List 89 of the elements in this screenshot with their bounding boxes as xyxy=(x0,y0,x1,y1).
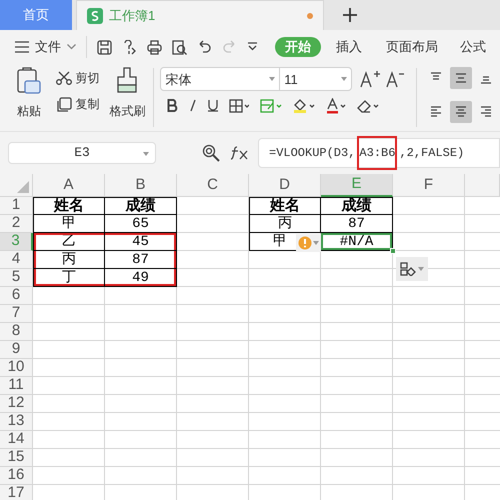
table-cell[interactable]: 姓名 xyxy=(249,197,321,215)
row-header[interactable]: 2 xyxy=(0,215,33,233)
table-cell[interactable]: 丙 xyxy=(249,215,321,233)
preview-icon[interactable] xyxy=(172,40,187,54)
table-cell[interactable]: 丁 xyxy=(33,269,105,287)
row-header[interactable]: 14 xyxy=(0,431,33,449)
paintbrush-icon[interactable] xyxy=(116,67,138,94)
paste-options-icon xyxy=(400,262,416,276)
ribbon-tab[interactable]: 页面布局 xyxy=(386,37,438,57)
paste-options-button[interactable] xyxy=(396,257,428,281)
italic-icon[interactable] xyxy=(188,99,197,112)
caret-icon xyxy=(341,77,348,82)
caret-icon xyxy=(269,77,276,82)
triangle-icon xyxy=(17,181,29,193)
font-name-field[interactable]: 宋体 xyxy=(160,67,280,92)
column-header[interactable]: D xyxy=(249,174,321,197)
row-header[interactable]: 9 xyxy=(0,341,33,359)
column-header[interactable]: C xyxy=(177,174,249,197)
table-cell[interactable]: 姓名 xyxy=(33,197,105,215)
table-cell[interactable]: 甲 xyxy=(33,215,105,233)
cut-button[interactable]: 剪切 xyxy=(75,70,100,84)
font-size-field[interactable]: 11 xyxy=(280,67,352,92)
table-cell[interactable]: 成绩 xyxy=(105,197,177,215)
caret-icon xyxy=(313,241,319,245)
column-header[interactable]: B xyxy=(105,174,177,197)
menu-icon[interactable] xyxy=(15,41,29,53)
copy-button[interactable]: 复制 xyxy=(75,97,100,111)
column-header[interactable]: A xyxy=(33,174,105,197)
font-color-icon[interactable] xyxy=(326,98,346,114)
fill-color-icon[interactable] xyxy=(292,98,315,114)
lines-icon xyxy=(455,106,468,118)
function-icon[interactable] xyxy=(230,146,250,160)
table-cell[interactable]: 87 xyxy=(321,215,393,233)
table-cell[interactable]: 65 xyxy=(105,215,177,233)
eraser-icon[interactable] xyxy=(356,98,379,113)
chevron-down-icon[interactable] xyxy=(67,44,76,50)
lines-icon xyxy=(480,106,492,118)
file-menu[interactable]: 文件 xyxy=(35,37,61,57)
lines-icon xyxy=(430,106,442,118)
table-cell[interactable]: 49 xyxy=(105,269,177,287)
ribbon-tab[interactable]: 插入 xyxy=(336,37,362,57)
fill-handle[interactable] xyxy=(390,248,396,254)
row-header[interactable]: 6 xyxy=(0,287,33,305)
align-center-button[interactable] xyxy=(450,101,472,124)
table-cell[interactable]: 45 xyxy=(105,233,177,251)
caret-icon xyxy=(143,152,149,156)
name-box[interactable]: E3 xyxy=(8,142,156,164)
row-header[interactable]: 8 xyxy=(0,323,33,341)
grow-font-icon[interactable] xyxy=(360,70,380,88)
bold-icon[interactable] xyxy=(166,99,178,112)
align-middle-button[interactable] xyxy=(450,67,472,90)
lines-icon xyxy=(455,72,468,84)
copy-icon[interactable] xyxy=(56,96,72,112)
clipboard-icon[interactable] xyxy=(17,67,41,96)
shrink-font-icon[interactable] xyxy=(386,70,404,88)
save-icon[interactable] xyxy=(97,40,112,54)
printer-icon[interactable] xyxy=(147,40,162,54)
scissors-icon[interactable] xyxy=(56,70,72,84)
row-header[interactable]: 13 xyxy=(0,413,33,431)
table-cell[interactable]: 甲 xyxy=(249,233,296,251)
row-header[interactable]: 1 xyxy=(0,197,33,215)
formula-field[interactable]: =VLOOKUP(D3, A3:B6 ,2,FALSE) xyxy=(258,138,500,168)
table-cell[interactable]: 丙 xyxy=(33,251,105,269)
row-header[interactable]: 12 xyxy=(0,395,33,413)
row-header[interactable]: 10 xyxy=(0,359,33,377)
border-icon[interactable] xyxy=(228,98,249,113)
paste-button[interactable]: 粘贴 xyxy=(17,104,41,118)
ribbon-tab[interactable]: 公式 xyxy=(460,37,486,57)
table-cell[interactable]: #N/A xyxy=(321,233,393,251)
plus-icon[interactable] xyxy=(343,8,357,22)
table-cell[interactable]: 87 xyxy=(105,251,177,269)
format-painter-button[interactable]: 格式刷 xyxy=(109,104,146,118)
row-header[interactable]: 4 xyxy=(0,251,33,269)
table-cell[interactable]: 成绩 xyxy=(321,197,393,215)
row-header[interactable]: 5 xyxy=(0,269,33,287)
row-header[interactable]: 17 xyxy=(0,485,33,500)
caret-icon xyxy=(418,267,424,271)
row-header[interactable]: 7 xyxy=(0,305,33,323)
undo-icon[interactable] xyxy=(197,40,212,54)
conditional-format-icon[interactable] xyxy=(260,98,282,113)
row-header[interactable]: 11 xyxy=(0,377,33,395)
column-header[interactable]: F xyxy=(393,174,465,197)
row-header[interactable]: 15 xyxy=(0,449,33,467)
row-header[interactable]: 16 xyxy=(0,467,33,485)
error-options-button[interactable] xyxy=(296,234,321,252)
warning-icon xyxy=(298,236,312,250)
spreadsheet-icon xyxy=(87,8,103,24)
zoom-icon[interactable] xyxy=(202,144,220,162)
underline-icon[interactable] xyxy=(208,99,218,112)
